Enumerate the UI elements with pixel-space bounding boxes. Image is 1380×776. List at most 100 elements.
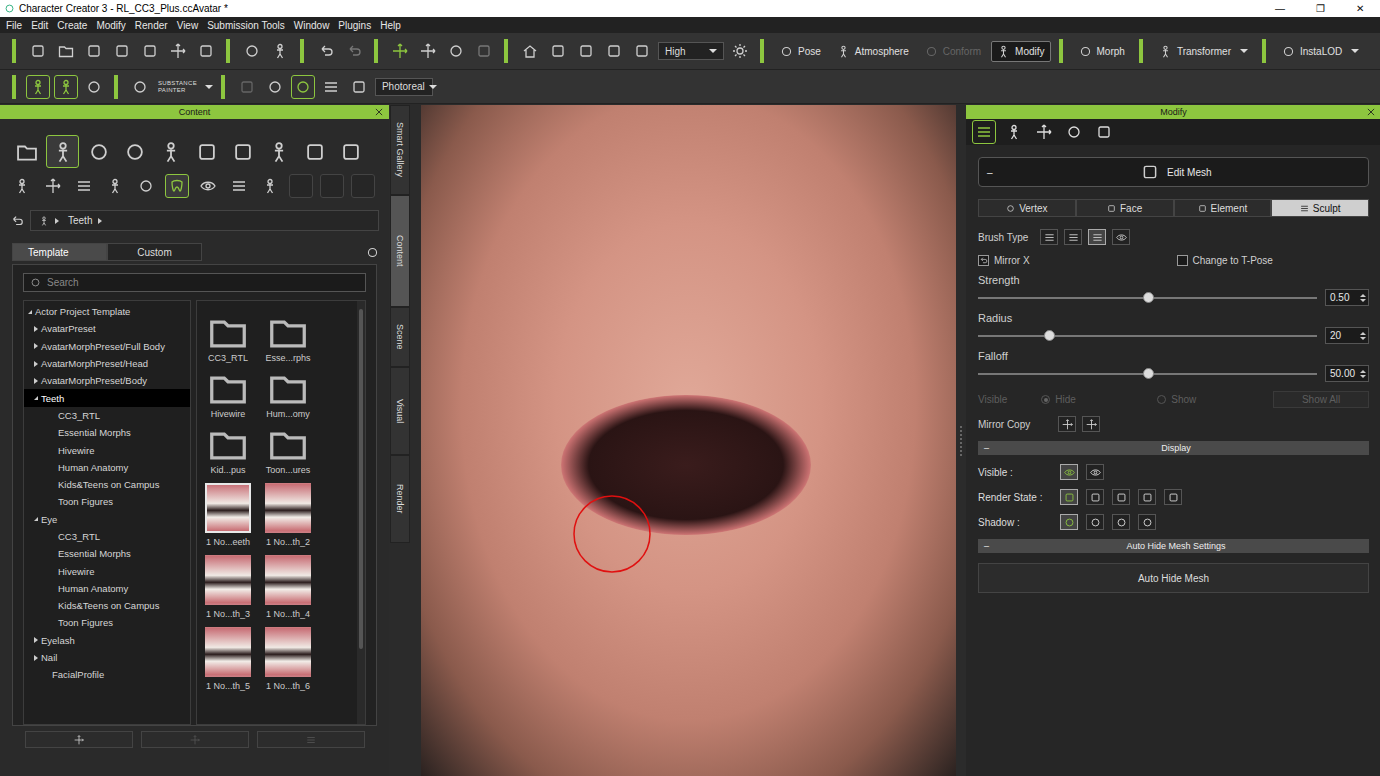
menu-item[interactable]: Window <box>294 20 330 31</box>
library-item[interactable]: 1 No...eeth <box>202 483 254 547</box>
library-tab[interactable]: Custom <box>107 243 202 261</box>
substance-button[interactable] <box>128 75 152 99</box>
subcategory-button[interactable] <box>134 174 158 198</box>
show-all-button[interactable]: Show All <box>1273 391 1369 408</box>
side-tab[interactable]: Visual <box>390 367 410 455</box>
tree-item[interactable]: Human Anatomy <box>24 580 190 597</box>
toolbar-text-button[interactable]: Morph <box>1073 41 1131 62</box>
display-option[interactable] <box>1164 489 1182 505</box>
side-tab[interactable]: Render <box>390 455 410 543</box>
library-item[interactable]: 1 No...th_2 <box>262 483 314 547</box>
scrollbar[interactable] <box>357 301 365 724</box>
render-mode-dropdown[interactable]: Photoreal <box>375 78 433 96</box>
menu-item[interactable]: Help <box>380 20 401 31</box>
brush-type-button[interactable] <box>1064 229 1082 245</box>
tree-item[interactable]: Hivewire <box>24 562 190 579</box>
toolbar-button[interactable] <box>54 39 78 63</box>
expander[interactable] <box>34 655 38 661</box>
scale-button[interactable] <box>472 39 496 63</box>
slider-value[interactable]: 20 <box>1325 327 1369 344</box>
library-item[interactable]: 1 No...th_3 <box>202 555 254 619</box>
mirror-copy-button[interactable] <box>1058 416 1076 432</box>
toolbar-button[interactable] <box>54 75 78 99</box>
subcategory-button[interactable] <box>320 174 344 198</box>
expander[interactable] <box>34 326 38 332</box>
mesh-mode-tab[interactable]: Face <box>1076 199 1174 217</box>
slider-track[interactable] <box>978 335 1317 337</box>
subcategory-button[interactable] <box>103 174 127 198</box>
mesh-mode-tab[interactable]: Sculpt <box>1271 199 1369 217</box>
toolbar-grip[interactable] <box>1262 39 1266 63</box>
add-merge-button[interactable] <box>257 731 365 748</box>
library-item[interactable]: Hum...omy <box>262 371 314 419</box>
toolbar-text-button[interactable]: Atmosphere <box>831 41 915 62</box>
toolbar-button[interactable] <box>268 39 292 63</box>
light-button[interactable] <box>728 39 752 63</box>
toolbar-button[interactable] <box>110 39 134 63</box>
edit-mesh-button[interactable]: –Edit Mesh <box>978 157 1369 187</box>
tree-item[interactable]: AvatarMorphPreset/Full Body <box>24 338 190 355</box>
tree-item[interactable]: Toon Figures <box>24 493 190 510</box>
menu-item[interactable]: Create <box>57 20 87 31</box>
display-option[interactable] <box>1138 489 1156 505</box>
toolbar-grip[interactable] <box>114 75 118 99</box>
display-option[interactable] <box>1112 514 1130 530</box>
subcategory-button[interactable] <box>10 174 34 198</box>
display-option[interactable] <box>1112 489 1130 505</box>
side-tab[interactable]: Scene <box>390 307 410 367</box>
library-item[interactable]: 1 No...th_6 <box>262 627 314 691</box>
menu-item[interactable]: View <box>177 20 199 31</box>
checkbox[interactable]: Change to T-Pose <box>1177 255 1370 266</box>
brush-type-button[interactable] <box>1112 229 1130 245</box>
toolbar-button[interactable] <box>194 39 218 63</box>
category-button[interactable] <box>10 135 43 168</box>
subcategory-button[interactable] <box>41 174 65 198</box>
subcategory-button[interactable] <box>351 174 375 198</box>
toolbar-button[interactable] <box>82 75 106 99</box>
expander[interactable] <box>34 637 38 643</box>
tree-item[interactable]: Toon Figures <box>24 614 190 631</box>
tree-item[interactable]: CC3_RTL <box>24 528 190 545</box>
tree-item[interactable]: FacialProfile <box>24 666 190 683</box>
display-option[interactable] <box>1086 464 1104 480</box>
breadcrumb[interactable]: Teeth <box>30 210 379 231</box>
category-button[interactable] <box>82 135 115 168</box>
close-button[interactable] <box>374 107 384 117</box>
toolbar-button[interactable] <box>291 75 315 99</box>
slider-knob[interactable] <box>1143 292 1154 303</box>
move-button[interactable] <box>416 39 440 63</box>
auto-hide-button[interactable]: Auto Hide Mesh <box>978 563 1369 593</box>
subcategory-button[interactable] <box>196 174 220 198</box>
library-item[interactable]: Toon...ures <box>262 427 314 475</box>
category-button[interactable] <box>118 135 151 168</box>
subcategory-button[interactable] <box>289 174 313 198</box>
modify-tab[interactable] <box>1062 120 1086 144</box>
toolbar-button[interactable] <box>26 39 50 63</box>
menu-item[interactable]: Submission Tools <box>207 20 285 31</box>
tree-item[interactable]: Essential Morphs <box>24 545 190 562</box>
tree-item[interactable]: Essential Morphs <box>24 424 190 441</box>
checkbox[interactable]: Mirror X <box>978 255 1171 266</box>
tree-item[interactable]: Nail <box>24 649 190 666</box>
library-item[interactable]: CC3_RTL <box>202 315 254 363</box>
display-option[interactable] <box>1060 464 1078 480</box>
redo-button[interactable] <box>342 39 366 63</box>
category-button[interactable] <box>190 135 223 168</box>
toolbar-text-button[interactable]: Transformer <box>1153 41 1254 62</box>
side-tab[interactable]: Content <box>390 195 410 307</box>
section-header[interactable]: –Display <box>978 441 1369 455</box>
toolbar-grip[interactable] <box>374 39 378 63</box>
toolbar-grip[interactable] <box>504 39 508 63</box>
mirror-copy-button[interactable] <box>1082 416 1100 432</box>
subcategory-button[interactable] <box>72 174 96 198</box>
rotate-button[interactable] <box>444 39 468 63</box>
tree-item[interactable]: AvatarMorphPreset/Head <box>24 355 190 372</box>
toolbar-button[interactable] <box>166 39 190 63</box>
slider-value[interactable]: 0.50 <box>1325 289 1369 306</box>
modify-tab[interactable] <box>1032 120 1056 144</box>
window-control[interactable]: — <box>1260 3 1300 14</box>
toolbar-grip[interactable] <box>760 39 764 63</box>
tree-item[interactable]: Kids&Teens on Campus <box>24 597 190 614</box>
tree-item[interactable]: Human Anatomy <box>24 459 190 476</box>
toolbar-button[interactable] <box>319 75 343 99</box>
